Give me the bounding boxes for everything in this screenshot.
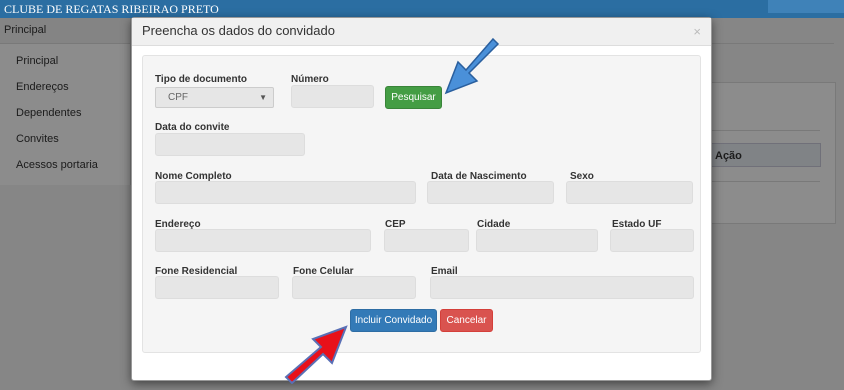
cidade-input[interactable] [476,229,598,252]
sexo-input[interactable] [566,181,693,204]
incluir-convidado-button[interactable]: Incluir Convidado [350,309,437,332]
tipo-documento-value: CPF [168,92,188,103]
tipo-documento-select[interactable]: CPF ▼ [155,87,274,108]
pesquisar-button[interactable]: Pesquisar [385,86,442,109]
red-arrow-icon [284,325,348,384]
email-input[interactable] [430,276,694,299]
estado-uf-input[interactable] [610,229,694,252]
numero-input[interactable] [291,85,374,108]
data-convite-label: Data do convite [155,122,230,133]
modal-title: Preencha os dados do convidado [142,23,335,38]
close-icon[interactable]: × [693,24,701,39]
cep-input[interactable] [384,229,469,252]
fone-celular-input[interactable] [292,276,416,299]
blue-arrow-shape [444,37,500,95]
endereco-input[interactable] [155,229,371,252]
top-right-button[interactable] [768,0,844,13]
app-title: CLUBE DE REGATAS RIBEIRAO PRETO [4,2,219,16]
fone-residencial-input[interactable] [155,276,279,299]
guest-modal: Preencha os dados do convidado × Tipo de… [131,17,712,381]
form-panel: Tipo de documento CPF ▼ Número Pesquisar… [142,55,701,353]
nome-completo-input[interactable] [155,181,416,204]
data-convite-input[interactable] [155,133,305,156]
top-bar: CLUBE DE REGATAS RIBEIRAO PRETO [0,0,844,18]
cancelar-button[interactable]: Cancelar [440,309,493,332]
blue-arrow-icon [444,37,500,95]
dropdown-caret-icon: ▼ [259,93,267,102]
tipo-documento-label: Tipo de documento [155,74,248,85]
red-arrow-shape [284,325,348,384]
data-nascimento-input[interactable] [427,181,554,204]
modal-header: Preencha os dados do convidado × [132,18,711,46]
numero-label: Número [291,74,329,85]
